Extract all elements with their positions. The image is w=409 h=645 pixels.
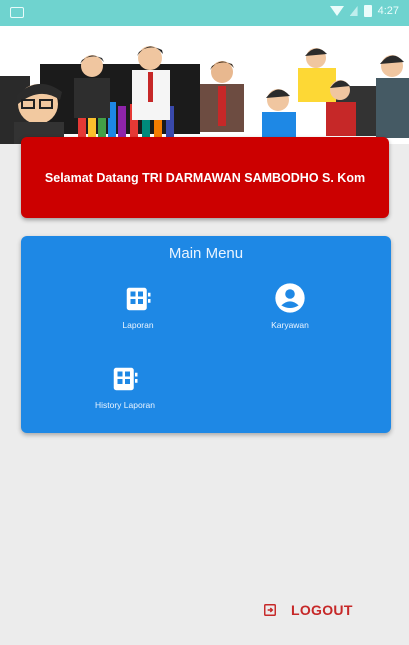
- wifi-icon: [329, 6, 344, 16]
- account-circle-icon: [275, 283, 305, 313]
- logout-icon: [264, 604, 276, 616]
- main-menu-card: Main Menu Laporan Karyawan History Lapor…: [21, 236, 391, 433]
- report-grid-icon: [113, 367, 138, 391]
- report-grid-icon: [126, 287, 151, 311]
- battery-icon: [363, 5, 372, 17]
- menu-item-karyawan[interactable]: Karyawan: [230, 282, 350, 330]
- status-time: 4:27: [377, 5, 399, 17]
- menu-item-history-laporan[interactable]: History Laporan: [65, 364, 185, 410]
- menu-item-label: History Laporan: [94, 400, 155, 410]
- logout-label: LOGOUT: [291, 602, 353, 618]
- welcome-text: Selamat Datang TRI DARMAWAN SAMBODHO S. …: [44, 170, 366, 185]
- hero-illustration: [0, 26, 409, 144]
- signal-icon: [349, 6, 358, 16]
- logout-button[interactable]: LOGOUT: [263, 602, 353, 618]
- menu-item-label: Laporan: [122, 320, 154, 330]
- notification-icon: [10, 7, 24, 18]
- main-menu-title: Main Menu: [168, 245, 244, 262]
- status-bar: 4:27: [0, 0, 409, 26]
- menu-item-laporan[interactable]: Laporan: [78, 284, 198, 330]
- welcome-banner: Selamat Datang TRI DARMAWAN SAMBODHO S. …: [21, 137, 389, 218]
- menu-item-label: Karyawan: [271, 320, 309, 330]
